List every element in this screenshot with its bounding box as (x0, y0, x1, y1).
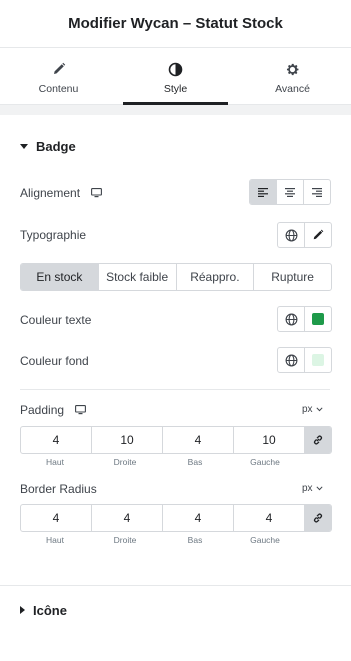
alignment-label-text: Alignement (20, 186, 81, 200)
pencil-icon (313, 229, 324, 240)
link-icon (313, 513, 323, 523)
tab-label: Style (163, 83, 188, 95)
alignment-control (249, 179, 331, 205)
align-center-button[interactable] (276, 180, 303, 204)
tab-label: Contenu (38, 83, 79, 95)
desktop-icon[interactable] (75, 404, 87, 418)
link-values-button[interactable] (304, 427, 331, 453)
padding-label: Padding (20, 403, 87, 418)
radius-left-input[interactable]: 4 (233, 505, 304, 531)
padding-left-input[interactable]: 10 (233, 427, 304, 453)
section-toggle-badge[interactable]: Badge (20, 137, 76, 155)
align-left-button[interactable] (250, 180, 276, 204)
border-radius-label: Border Radius (20, 482, 97, 496)
border-radius-unit-select[interactable]: px (302, 483, 323, 494)
bg-color-label: Couleur fond (20, 354, 89, 368)
link-icon (313, 435, 323, 445)
side-label: Gauche (250, 535, 280, 545)
tab-contenu[interactable]: Contenu (0, 47, 117, 104)
align-right-button[interactable] (303, 180, 330, 204)
side-label: Haut (46, 535, 64, 545)
align-left-icon (258, 188, 268, 197)
globe-icon (285, 229, 297, 241)
typography-control (277, 222, 332, 248)
section-separator (0, 105, 351, 115)
stock-state-switcher: En stock Stock faible Réappro. Rupture (20, 263, 332, 291)
unit-label: px (302, 404, 313, 415)
bg-color-swatch-button[interactable] (304, 348, 331, 372)
tab-bar: Contenu Style Avancé (0, 47, 351, 105)
radius-side-labels: Haut Droite Bas Gauche (20, 535, 304, 545)
globe-icon (285, 313, 297, 325)
globe-icon (285, 354, 297, 366)
unit-label: px (302, 483, 313, 494)
side-label: Bas (187, 457, 203, 467)
side-label: Bas (187, 535, 203, 545)
state-rupture[interactable]: Rupture (253, 264, 331, 290)
caret-down-icon (20, 143, 28, 149)
color-swatch (312, 313, 324, 325)
state-reappro[interactable]: Réappro. (175, 264, 254, 290)
radius-right-input[interactable]: 4 (91, 505, 162, 531)
chevron-down-icon (316, 407, 323, 412)
global-color-button[interactable] (278, 348, 304, 372)
tab-style[interactable]: Style (117, 47, 234, 105)
state-stock-faible[interactable]: Stock faible (97, 264, 176, 290)
tab-avance[interactable]: Avancé (234, 47, 351, 104)
section-divider (0, 585, 351, 586)
divider (20, 389, 330, 390)
border-radius-inputs: 4 4 4 4 (20, 504, 332, 532)
radius-bottom-input[interactable]: 4 (162, 505, 233, 531)
desktop-icon[interactable] (91, 187, 103, 201)
side-label: Haut (46, 457, 64, 467)
caret-right-icon (20, 606, 25, 614)
alignment-label: Alignement (20, 186, 103, 201)
section-title: Badge (36, 138, 76, 154)
padding-unit-select[interactable]: px (302, 404, 323, 415)
global-typography-button[interactable] (278, 223, 304, 247)
padding-bottom-input[interactable]: 4 (162, 427, 233, 453)
bg-color-control (277, 347, 332, 373)
contrast-icon (168, 61, 183, 77)
side-label: Droite (113, 535, 137, 545)
text-color-swatch-button[interactable] (304, 307, 331, 331)
section-title: Icône (33, 602, 67, 618)
gear-icon (285, 61, 300, 77)
padding-side-labels: Haut Droite Bas Gauche (20, 457, 304, 467)
panel-header: Modifier Wycan – Statut Stock (0, 0, 351, 48)
padding-inputs: 4 10 4 10 (20, 426, 332, 454)
section-toggle-icone[interactable]: Icône (20, 601, 67, 619)
state-en-stock[interactable]: En stock (21, 264, 98, 290)
side-label: Gauche (250, 457, 280, 467)
align-center-icon (285, 188, 295, 197)
typography-label: Typographie (20, 228, 87, 242)
link-values-button[interactable] (304, 505, 331, 531)
page-title: Modifier Wycan – Statut Stock (68, 15, 283, 32)
side-label: Droite (113, 457, 137, 467)
global-color-button[interactable] (278, 307, 304, 331)
color-swatch (312, 354, 324, 366)
chevron-down-icon (316, 486, 323, 491)
padding-top-input[interactable]: 4 (21, 427, 91, 453)
padding-right-input[interactable]: 10 (91, 427, 162, 453)
radius-top-input[interactable]: 4 (21, 505, 91, 531)
edit-typography-button[interactable] (304, 223, 331, 247)
text-color-label: Couleur texte (20, 313, 92, 327)
text-color-control (277, 306, 332, 332)
padding-label-text: Padding (20, 403, 65, 417)
pencil-icon (52, 61, 66, 77)
align-right-icon (312, 188, 322, 197)
tab-label: Avancé (275, 83, 310, 95)
